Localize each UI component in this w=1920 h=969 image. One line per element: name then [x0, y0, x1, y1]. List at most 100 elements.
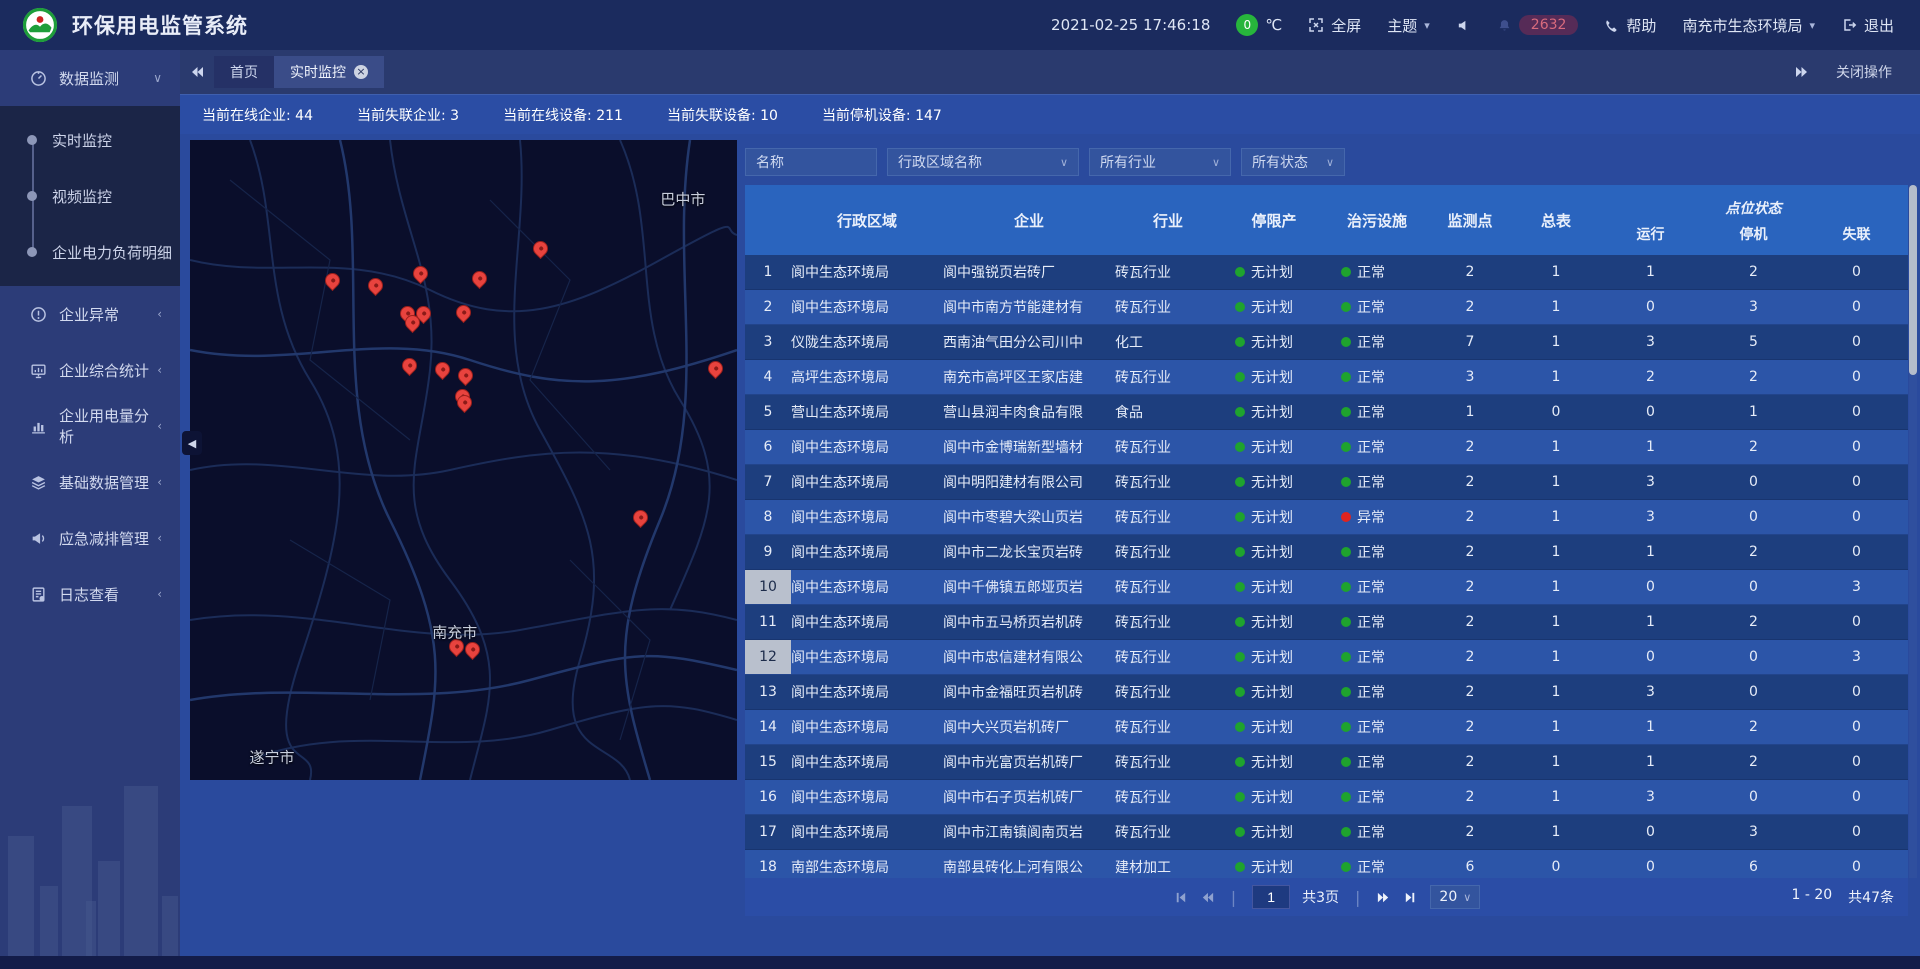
sidebar-item-6[interactable]: 应急减排管理‹ [0, 510, 180, 566]
table-row[interactable]: 3仪陇生态环境局西南油气田分公司川中化工无计划正常71350 [745, 325, 1908, 360]
cell-pollution-facility: 正常 [1327, 437, 1427, 457]
cell-halt: 0 [1702, 684, 1805, 700]
logout-button[interactable]: 退出 [1841, 15, 1894, 36]
cell-pollution-facility: 正常 [1327, 472, 1427, 492]
cell-stop-production: 无计划 [1221, 472, 1327, 492]
cell-points: 3 [1427, 369, 1513, 385]
status-dot-green [1235, 372, 1245, 382]
table-row[interactable]: 2阆中生态环境局阆中市南方节能建材有砖瓦行业无计划正常21030 [745, 290, 1908, 325]
cell-region: 南部生态环境局 [791, 857, 943, 877]
name-search-input[interactable] [745, 148, 877, 176]
row-index-value: 15 [759, 754, 777, 770]
cell-points: 2 [1427, 474, 1513, 490]
table-row[interactable]: 11阆中生态环境局阆中市五马桥页岩机砖砖瓦行业无计划正常21120 [745, 605, 1908, 640]
sidebar-item-4[interactable]: 企业用电量分析‹ [0, 398, 180, 454]
org-dropdown[interactable]: 南充市生态环境局 ▾ [1682, 15, 1815, 36]
status-dot-green [1341, 477, 1351, 487]
cell-industry: 砖瓦行业 [1115, 367, 1221, 387]
status-dot-green [1341, 407, 1351, 417]
table-row[interactable]: 15阆中生态环境局阆中市光富页岩机砖厂砖瓦行业无计划正常21120 [745, 745, 1908, 780]
industry-select[interactable]: 所有行业 ∨ [1089, 148, 1231, 176]
cell-lost: 0 [1805, 824, 1908, 840]
tabs-scroll-right-button[interactable] [1794, 64, 1810, 80]
sidebar-item-7[interactable]: 日志查看‹ [0, 566, 180, 622]
sidebar-subitem[interactable]: 实时监控 [0, 112, 180, 168]
notifications[interactable]: 2632 [1497, 15, 1579, 35]
cell-halt: 0 [1702, 579, 1805, 595]
table-row[interactable]: 18南部生态环境局南部县砖化上河有限公建材加工无计划正常60060 [745, 850, 1908, 878]
row-index-value: 14 [759, 719, 777, 735]
table-row[interactable]: 14阆中生态环境局阆中大兴页岩机砖厂砖瓦行业无计划正常21120 [745, 710, 1908, 745]
table-row[interactable]: 9阆中生态环境局阆中市二龙长宝页岩砖砖瓦行业无计划正常21120 [745, 535, 1908, 570]
table-scrollbar[interactable] [1909, 185, 1917, 878]
last-page-button[interactable] [1403, 890, 1418, 905]
table-row[interactable]: 8阆中生态环境局阆中市枣碧大梁山页岩砖瓦行业无计划异常21300 [745, 500, 1908, 535]
alert-icon [30, 306, 47, 323]
cell-halt: 2 [1702, 719, 1805, 735]
cell-company: 阆中市南方节能建材有 [943, 297, 1115, 317]
table-row[interactable]: 12阆中生态环境局阆中市忠信建材有限公砖瓦行业无计划正常21003 [745, 640, 1908, 675]
cell-region: 阆中生态环境局 [791, 297, 943, 317]
cell-company: 阆中市江南镇阆南页岩 [943, 822, 1115, 842]
page-number-input[interactable] [1252, 885, 1290, 909]
prev-page-button[interactable] [1200, 890, 1215, 905]
sidebar-item-5[interactable]: 基础数据管理‹ [0, 454, 180, 510]
row-index-value: 11 [759, 614, 777, 630]
cell-run: 0 [1599, 824, 1702, 840]
fullscreen-button[interactable]: 全屏 [1308, 15, 1361, 36]
cell-stop-production: 无计划 [1221, 857, 1327, 877]
app-logo-icon [22, 7, 58, 43]
panel-collapse-button[interactable]: ◀ [182, 431, 202, 455]
status-dot-green [1235, 757, 1245, 767]
region-select[interactable]: 行政区域名称 ∨ [887, 148, 1079, 176]
col-region: 行政区域 [791, 210, 943, 231]
facility-status-label: 正常 [1357, 717, 1385, 737]
table-row[interactable]: 7阆中生态环境局阆中明阳建材有限公司砖瓦行业无计划正常21300 [745, 465, 1908, 500]
table-row[interactable]: 10阆中生态环境局阆中千佛镇五郎垭页岩砖瓦行业无计划正常21003 [745, 570, 1908, 605]
first-page-button[interactable] [1173, 890, 1188, 905]
sidebar-subitem[interactable]: 企业电力负荷明细 [0, 224, 180, 280]
page-size-select[interactable]: 20 ∨ [1430, 885, 1480, 909]
tabs-scroll-left-button[interactable] [180, 56, 214, 88]
page-size-value: 20 [1439, 889, 1457, 905]
table-row[interactable]: 6阆中生态环境局阆中市金博瑞新型墙材砖瓦行业无计划正常21120 [745, 430, 1908, 465]
chevron-left-icon: ‹ [157, 363, 162, 377]
table-row[interactable]: 16阆中生态环境局阆中市石子页岩机砖厂砖瓦行业无计划正常21300 [745, 780, 1908, 815]
log-icon [30, 586, 47, 603]
next-page-button[interactable] [1376, 890, 1391, 905]
cell-company: 阆中明阳建材有限公司 [943, 472, 1115, 492]
mute-button[interactable] [1456, 18, 1471, 33]
row-index-value: 2 [764, 299, 773, 315]
map-panel[interactable]: 巴中市南充市遂宁市 [190, 140, 737, 780]
theme-dropdown[interactable]: 主题 ▾ [1387, 15, 1430, 36]
col-industry: 行业 [1115, 210, 1221, 231]
cell-stop-production: 无计划 [1221, 367, 1327, 387]
sidebar-subitem[interactable]: 视频监控 [0, 168, 180, 224]
table-row[interactable]: 17阆中生态环境局阆中市江南镇阆南页岩砖瓦行业无计划正常21030 [745, 815, 1908, 850]
sidebar-item-3[interactable]: 企业综合统计‹ [0, 342, 180, 398]
status-select[interactable]: 所有状态 ∨ [1241, 148, 1345, 176]
cell-meters: 1 [1513, 754, 1599, 770]
status-dot-green [1341, 687, 1351, 697]
cell-run: 0 [1599, 859, 1702, 875]
table-row[interactable]: 4高坪生态环境局南充市高坪区王家店建砖瓦行业无计划正常31220 [745, 360, 1908, 395]
close-icon[interactable]: × [354, 65, 368, 79]
sidebar-item-1[interactable]: 数据监测∨ [0, 50, 180, 106]
cell-pollution-facility: 正常 [1327, 332, 1427, 352]
table-row[interactable]: 1阆中生态环境局阆中强锐页岩砖厂砖瓦行业无计划正常21120 [745, 255, 1908, 290]
status-dot-green [1235, 267, 1245, 277]
close-operations-button[interactable]: 关闭操作 [1836, 62, 1892, 82]
cell-pollution-facility: 正常 [1327, 297, 1427, 317]
table-row[interactable]: 13阆中生态环境局阆中市金福旺页岩机砖砖瓦行业无计划正常21300 [745, 675, 1908, 710]
facility-status-label: 正常 [1357, 437, 1385, 457]
temperature-value: 0 [1236, 14, 1258, 36]
stat-item: 当前失联设备: 10 [667, 105, 778, 125]
tab-home[interactable]: 首页 [214, 56, 274, 88]
sidebar-item-2[interactable]: 企业异常‹ [0, 286, 180, 342]
chevron-left-icon: ‹ [157, 475, 162, 489]
cell-industry: 砖瓦行业 [1115, 472, 1221, 492]
cell-pollution-facility: 正常 [1327, 682, 1427, 702]
tab-realtime-monitor[interactable]: 实时监控 × [274, 56, 384, 88]
table-row[interactable]: 5营山生态环境局营山县润丰肉食品有限食品无计划正常10010 [745, 395, 1908, 430]
help-button[interactable]: 帮助 [1604, 15, 1656, 36]
